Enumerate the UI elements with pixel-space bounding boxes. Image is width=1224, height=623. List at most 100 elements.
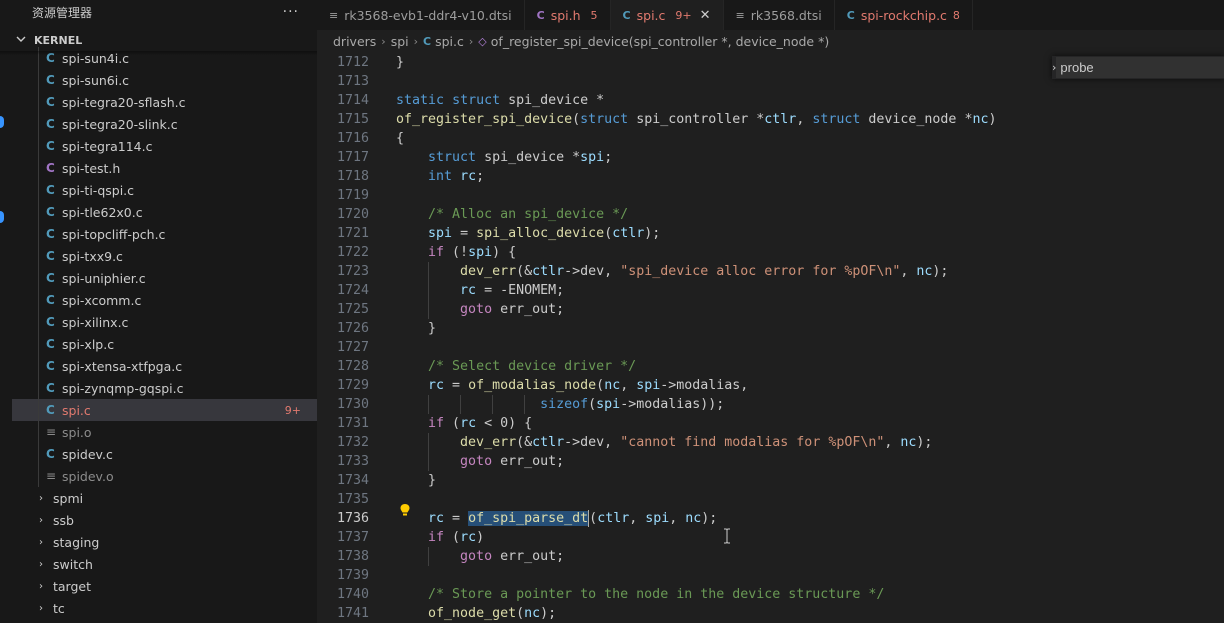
close-icon[interactable]: ✕ (700, 8, 711, 23)
code-line[interactable]: 1724 rc = -ENOMEM; (317, 281, 1224, 300)
code-line[interactable]: 1731 if (rc < 0) { (317, 414, 1224, 433)
tab-rk3568-dtsi[interactable]: ≡ rk3568.dtsi (724, 0, 835, 30)
tree-file[interactable]: Cspi-tegra114.c (12, 135, 317, 157)
code-line[interactable]: 1728 /* Select device driver */ (317, 357, 1224, 376)
problems-badge: 5 (590, 8, 598, 22)
code-line[interactable]: 1732 dev_err(&ctlr->dev, "cannot find mo… (317, 433, 1224, 452)
tree-folder[interactable]: › target (12, 575, 317, 597)
code-text: } (396, 473, 437, 488)
code-line[interactable]: 1730 sizeof(spi->modalias)); (317, 395, 1224, 414)
line-number: 1733 (336, 454, 369, 469)
code-line[interactable]: 1720 /* Alloc an spi_device */ (317, 205, 1224, 224)
tree-file[interactable]: Cspi-ti-qspi.c (12, 179, 317, 201)
lightbulb-icon[interactable] (399, 503, 411, 517)
code-line[interactable]: 1733 goto err_out; (317, 452, 1224, 471)
chevron-right-icon: › (39, 492, 43, 504)
tab-spi-rockchip-c[interactable]: Cspi-rockchip.c 8 (835, 0, 973, 30)
tree-file[interactable]: Cspi-sun6i.c (12, 69, 317, 91)
code-line[interactable]: 1723 dev_err(&ctlr->dev, "spi_device all… (317, 262, 1224, 281)
dtsi-file-icon: ≡ (329, 8, 339, 22)
tree-file[interactable]: Cspi-test.h (12, 157, 317, 179)
tree-file[interactable]: Cspi-topcliff-pch.c (12, 223, 317, 245)
folder-name: ssb (53, 512, 74, 528)
code-editor[interactable]: 1712} 1713 1714 static struct spi_device * 1… (317, 52, 1224, 623)
tree-file[interactable]: Cspi-tegra20-slink.c (12, 113, 317, 135)
tree-folder[interactable]: › switch (12, 553, 317, 575)
tab-spi-c[interactable]: Cspi.c 9+ ✕ (610, 0, 724, 30)
code-line[interactable]: 1716 { (317, 129, 1224, 148)
tree-file[interactable]: Cspidev.c (12, 443, 317, 465)
more-actions-icon[interactable]: ··· (283, 4, 299, 20)
find-input[interactable] (1056, 57, 1224, 78)
tree-folder[interactable]: › tc (12, 597, 317, 619)
code-line[interactable]: 1736 rc = of_spi_parse_dt(ctlr, spi, nc)… (317, 509, 1224, 528)
c-file-icon: C (46, 95, 55, 109)
tree-folder[interactable]: › ssb (12, 509, 317, 531)
tree-file[interactable]: ≡ spidev.o (12, 465, 317, 487)
code-line[interactable]: 1741 of_node_get(nc); (317, 604, 1224, 623)
code-line[interactable]: 1729 rc = of_modalias_node(nc, spi->moda… (317, 376, 1224, 395)
code-line[interactable]: 1721 spi = spi_alloc_device(ctlr); (317, 224, 1224, 243)
problems-badge: 9+ (284, 403, 301, 417)
code-line[interactable]: 1739 (317, 566, 1224, 585)
code-line[interactable]: 1726 } (317, 319, 1224, 338)
line-number: 1737 (336, 530, 369, 545)
tree-file[interactable]: Cspi-zynqmp-gqspi.c (12, 377, 317, 399)
code-text: struct spi_device *spi; (428, 150, 613, 165)
tree-folder[interactable]: › staging (12, 531, 317, 553)
code-line[interactable]: 1717 struct spi_device *spi; (317, 148, 1224, 167)
tree-file[interactable]: ≡ spi.o (12, 421, 317, 443)
breadcrumb-item[interactable]: spi (391, 34, 409, 49)
code-line[interactable]: 1734 } (317, 471, 1224, 490)
code-line[interactable]: 1737 if (rc) (317, 528, 1224, 547)
tree-file[interactable]: Cspi-xcomm.c (12, 289, 317, 311)
file-name: spi-xtensa-xtfpga.c (62, 358, 183, 374)
tree-file[interactable]: Cspi-xlp.c (12, 333, 317, 355)
tree-file[interactable]: Cspi-tle62x0.c (12, 201, 317, 223)
tab-rk3568-evb1-dtsi[interactable]: ≡ rk3568-evb1-ddr4-v10.dtsi (317, 0, 525, 30)
code-text: rc = of_spi_parse_dt(ctlr, spi, nc); (428, 509, 718, 527)
tree-file[interactable]: Cspi-xtensa-xtfpga.c (12, 355, 317, 377)
code-line[interactable]: 1740 /* Store a pointer to the node in t… (317, 585, 1224, 604)
explorer-sidebar: 资源管理器 ··· KERNEL Cspi-sun4i.c Cspi-sun6i… (0, 0, 317, 623)
breadcrumb-item[interactable]: of_register_spi_device(spi_controller *,… (491, 34, 829, 49)
code-line[interactable]: 1715 of_register_spi_device(struct spi_co… (317, 110, 1224, 129)
c-file-icon: C (46, 315, 55, 329)
breadcrumb-item[interactable]: drivers (333, 34, 376, 49)
code-line[interactable]: 1738 goto err_out; (317, 547, 1224, 566)
folder-name: switch (53, 556, 93, 572)
tree-file[interactable]: Cspi-txx9.c (12, 245, 317, 267)
code-text: if (!spi) { (428, 245, 517, 260)
code-line[interactable]: 1718 int rc; (317, 167, 1224, 186)
code-line[interactable]: 1735 (317, 490, 1224, 509)
code-line[interactable]: 1714 static struct spi_device * (317, 91, 1224, 110)
tree-file[interactable]: Cspi-tegra20-sflash.c (12, 91, 317, 113)
file-name: spi-xcomm.c (62, 292, 142, 308)
tree-file[interactable]: Cspi-xilinx.c (12, 311, 317, 333)
c-file-icon: C (46, 139, 55, 153)
workspace-name: KERNEL (34, 33, 83, 47)
code-line[interactable]: 1722 if (!spi) { (317, 243, 1224, 262)
header-file-icon: C (46, 161, 55, 175)
file-name: spi-txx9.c (62, 248, 123, 264)
tab-label: rk3568-evb1-ddr4-v10.dtsi (344, 7, 512, 23)
code-line[interactable]: 1719 (317, 186, 1224, 205)
tab-spi-h[interactable]: Cspi.h 5 (525, 0, 611, 30)
tree-folder[interactable]: › spmi (12, 487, 317, 509)
code-text: if (rc) (428, 530, 485, 545)
line-number: 1720 (336, 207, 369, 222)
file-name: spi-sun6i.c (62, 72, 130, 88)
tree-file[interactable]: Cspi-uniphier.c (12, 267, 317, 289)
tree-file-selected[interactable]: Cspi.c 9+ (12, 399, 317, 421)
code-text: rc = -ENOMEM; (460, 283, 565, 298)
breadcrumb-item[interactable]: spi.c (435, 34, 464, 49)
c-file-icon: C (46, 403, 55, 417)
c-file-icon: C (46, 381, 55, 395)
file-tree: Cspi-sun4i.c Cspi-sun6i.c Cspi-tegra20-s… (12, 47, 317, 619)
mouse-cursor-icon (724, 528, 730, 544)
code-text: of_node_get(nc); (428, 606, 557, 621)
code-line[interactable]: 1725 goto err_out; (317, 300, 1224, 319)
explorer-title: 资源管理器 (32, 5, 93, 20)
code-line[interactable]: 1727 (317, 338, 1224, 357)
file-name: spi-tegra20-slink.c (62, 116, 178, 132)
